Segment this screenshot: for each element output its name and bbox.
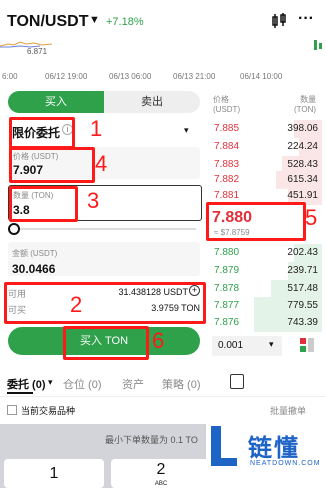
keyboard-key-1[interactable]: 1 (4, 459, 104, 488)
ask-price: 7.882 (214, 174, 240, 185)
bid-qty: 517.48 (287, 283, 318, 294)
watermark-logo-icon (211, 426, 237, 466)
amount-slider[interactable] (8, 223, 200, 235)
watermark-url: NEATDOWN.COM (250, 460, 321, 467)
order-history-icon[interactable] (230, 374, 244, 389)
change-percent: +7.18% (106, 16, 144, 28)
current-pair-label: 当前交易品种 (21, 406, 76, 416)
annotation-box-mid-price (206, 202, 306, 241)
time-tick: 06/13 06:00 (109, 72, 152, 81)
bid-price: 7.880 (214, 247, 240, 258)
chevron-down-icon: ▾ (184, 125, 189, 135)
annotation-box-quantity (9, 186, 78, 222)
key-label: 2 (156, 461, 166, 478)
bid-row[interactable]: 7.878 517.48 (208, 280, 322, 298)
annotation-box-order-type (9, 117, 75, 149)
tab-buy-label: 买入 (45, 96, 67, 108)
time-axis: 6:00 06/12 19:00 06/13 06:00 06/13 21:00… (0, 72, 326, 84)
ask-qty: 224.24 (287, 141, 318, 152)
annotation-label: 3 (87, 188, 100, 213)
bid-qty: 779.55 (287, 300, 318, 311)
tab-positions[interactable]: 仓位 (0) (63, 376, 102, 392)
checkbox[interactable] (7, 405, 17, 415)
precision-value: 0.001 (218, 340, 244, 351)
ask-row[interactable]: 7.885 398.06 (208, 120, 322, 138)
mini-chart: 6.871 (0, 38, 326, 68)
chevron-down-icon[interactable]: ▾ (48, 377, 53, 388)
key-label: 1 (49, 465, 59, 482)
tab-strategy[interactable]: 策略 (0) (162, 376, 201, 392)
watermark: 链懂 NEATDOWN.COM (206, 420, 326, 488)
time-tick: 6:00 (2, 72, 18, 81)
orderbook-header-qty: 数量 (TON) (294, 95, 317, 114)
key-sub-label: ABC (154, 481, 168, 487)
bid-qty: 743.39 (287, 317, 318, 328)
chevron-down-icon: ▾ (269, 339, 274, 349)
bottom-tabs: 委托 (0) ▾ 仓位 (0) 资产 策略 (0) (0, 372, 326, 396)
time-tick: 06/14 10:00 (240, 72, 283, 81)
keyboard-key-2[interactable]: 2 ABC (111, 459, 211, 488)
ask-price: 7.884 (214, 141, 240, 152)
time-tick: 06/12 19:00 (45, 72, 88, 81)
annotation-box-available (4, 282, 206, 324)
time-tick: 06/13 21:00 (173, 72, 216, 81)
bid-row[interactable]: 7.877 779.55 (208, 297, 322, 315)
tab-assets[interactable]: 资产 (122, 376, 144, 392)
bid-price: 7.879 (214, 265, 240, 276)
more-options-icon[interactable]: ··· (298, 10, 314, 28)
annotation-label: 1 (90, 116, 103, 141)
candlestick-chart-icon[interactable] (270, 12, 288, 30)
bid-price: 7.877 (214, 300, 240, 311)
bid-row[interactable]: 7.879 239.71 (208, 262, 322, 280)
annotation-box-price (9, 147, 95, 183)
tab-sell[interactable]: 卖出 (104, 91, 200, 113)
precision-select[interactable]: 0.001 ▾ (212, 336, 282, 356)
bid-price: 7.876 (214, 317, 240, 328)
bid-price: 7.878 (214, 283, 240, 294)
ask-price: 7.881 (214, 190, 240, 201)
bid-qty: 202.43 (287, 247, 318, 258)
annotation-label: 5 (305, 205, 318, 230)
bid-row[interactable]: 7.880 202.43 (208, 244, 322, 262)
pair-dropdown-icon[interactable]: ▼ (89, 14, 100, 26)
tab-sell-label: 卖出 (141, 96, 163, 108)
ask-qty: 528.43 (287, 159, 318, 170)
annotation-box-buy-button (63, 326, 149, 360)
mini-price-label: 6.871 (27, 47, 48, 56)
slider-handle[interactable] (8, 223, 20, 235)
amount-field-label: 金额 (USDT) (12, 249, 58, 258)
bid-qty: 239.71 (287, 265, 318, 276)
tab-orders[interactable]: 委托 (0) (7, 376, 46, 392)
batch-cancel-button[interactable]: 批量撤单 (270, 404, 306, 417)
ask-qty: 398.06 (287, 123, 318, 134)
ask-row[interactable]: 7.884 224.24 (208, 138, 322, 156)
ask-price: 7.885 (214, 123, 240, 134)
amount-input[interactable]: 30.0466 (12, 262, 55, 276)
min-order-hint: 最小下单数量为 0.1 TO (105, 435, 198, 445)
ask-price: 7.883 (214, 159, 240, 170)
annotation-label: 4 (95, 151, 108, 176)
ask-qty: 451.91 (287, 190, 318, 201)
annotation-label: 2 (70, 292, 83, 317)
orderbook-header-price: 价格 (USDT) (213, 95, 241, 114)
amount-field[interactable]: 金额 (USDT) 30.0466 (8, 242, 200, 276)
orderbook-layout-icon[interactable] (300, 338, 314, 352)
header: TON/USDT ▼ +7.18% ··· (0, 0, 326, 42)
annotation-label: 6 (152, 328, 165, 353)
ask-qty: 615.34 (287, 174, 318, 185)
watermark-text: 链懂 (248, 435, 300, 462)
tab-buy[interactable]: 买入 (8, 91, 104, 113)
bid-row[interactable]: 7.876 743.39 (208, 314, 322, 332)
pair-title[interactable]: TON/USDT (7, 13, 88, 31)
